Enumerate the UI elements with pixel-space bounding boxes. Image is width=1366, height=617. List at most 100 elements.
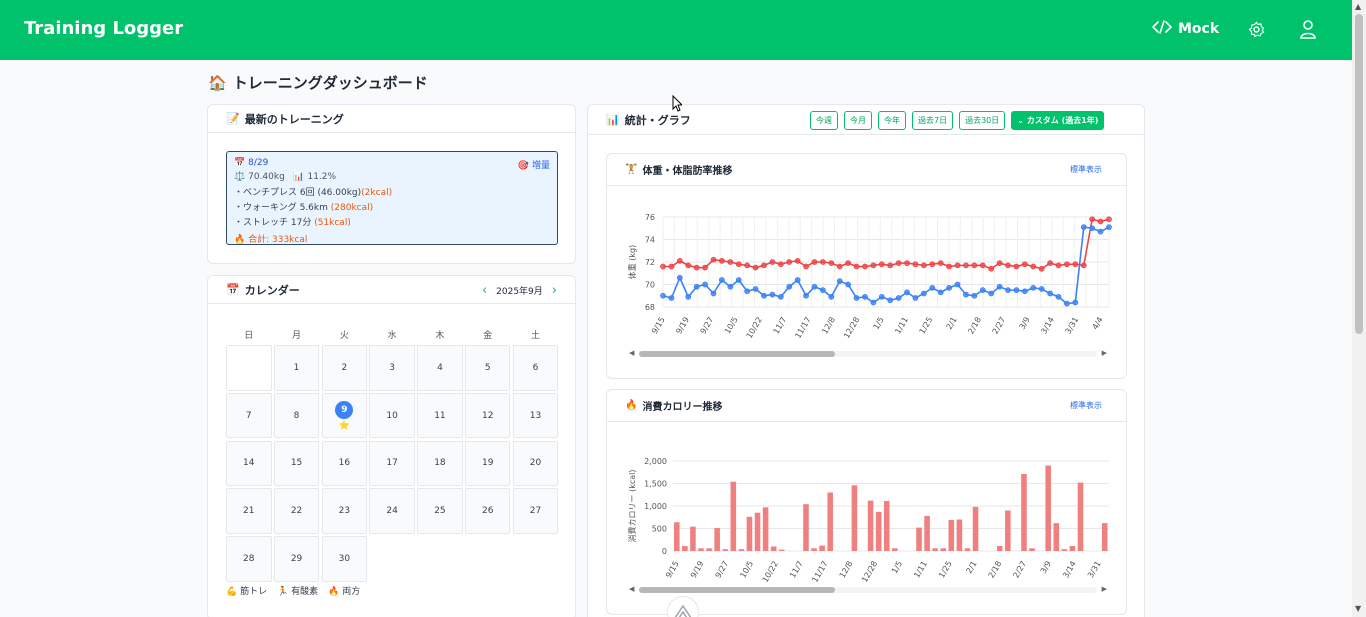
weekday-label: 火	[339, 331, 349, 341]
x-tick-label: 2/18	[966, 316, 983, 336]
calorie-chart-scrollbar[interactable]: ◀ ▶	[629, 585, 1107, 594]
y-axis-label: 体重 (kg)	[627, 245, 637, 280]
calendar-day[interactable]: 6	[512, 345, 559, 391]
y-tick-label: 74	[645, 236, 655, 245]
scroll-down-icon[interactable]: ▼	[1355, 604, 1361, 613]
data-point	[1055, 293, 1062, 300]
data-point	[853, 263, 860, 270]
scroll-right-icon[interactable]: ▶	[1102, 585, 1107, 593]
range-button[interactable]: 過去30日	[959, 111, 1006, 130]
data-point	[761, 262, 767, 269]
calendar-day[interactable]: 30	[321, 536, 368, 582]
standard-view-link[interactable]: 標準表示	[1070, 164, 1102, 175]
x-tick-label: 11/7	[788, 560, 805, 580]
app-title[interactable]: Training Logger	[24, 18, 183, 39]
weight-chart-scrollbar[interactable]: ◀ ▶	[629, 349, 1107, 358]
scroll-thumb[interactable]	[639, 587, 835, 593]
calorie-bar	[867, 500, 874, 551]
custom-range-button[interactable]: ⌄ カスタム (過去1年)	[1011, 111, 1105, 130]
scale-icon: ⚖️	[234, 172, 246, 182]
calendar-day[interactable]: 5	[464, 345, 511, 391]
exercise-line: ・ベンチプレス 6回 (46.00kg)(2kcal)	[234, 188, 393, 198]
calendar-day[interactable]: 12	[464, 392, 511, 439]
y-tick-label: 68	[645, 303, 655, 312]
range-button[interactable]: 今月	[844, 111, 872, 130]
calendar-day[interactable]: 21	[226, 488, 272, 534]
calorie-chart-header: 🔥 消費カロリー推移 標準表示	[607, 390, 1126, 422]
calendar-day[interactable]: 29	[273, 536, 320, 582]
data-point	[828, 293, 835, 300]
data-point	[777, 293, 784, 300]
scroll-right-icon[interactable]: ▶	[1102, 349, 1107, 357]
data-point	[693, 283, 700, 290]
weekday-row: 日月火水木金土	[226, 328, 558, 341]
range-button[interactable]: 過去7日	[912, 111, 954, 130]
calendar-day[interactable]: 26	[464, 488, 511, 534]
calendar-day[interactable]: 22	[273, 488, 320, 534]
data-point	[937, 289, 944, 296]
data-point	[1097, 228, 1104, 235]
scroll-left-icon[interactable]: ◀	[629, 585, 634, 593]
page-scrollbar[interactable]: ▲ ▼	[1352, 0, 1366, 617]
scroll-thumb[interactable]	[1355, 14, 1363, 334]
calendar-day[interactable]: 28	[226, 536, 272, 582]
calendar-day[interactable]: 7	[226, 392, 272, 439]
range-button[interactable]: 今週	[810, 111, 838, 130]
calendar-day[interactable]: 19	[464, 440, 511, 487]
weight-icon: 🏋️	[625, 164, 638, 175]
scroll-left-icon[interactable]: ◀	[629, 349, 634, 357]
calorie-bar	[1045, 465, 1051, 551]
calendar-day[interactable]: 1	[273, 345, 320, 391]
next-month-button[interactable]: ›	[552, 284, 557, 297]
latest-training-item[interactable]: 📅 8/29 🎯 増量 ⚖️ 70.40kg 📊 11.2% ・ベンチプレス 6…	[226, 151, 558, 245]
calendar-day[interactable]: 17	[369, 440, 415, 487]
calendar-day[interactable]: 3	[369, 345, 415, 391]
calendar-day[interactable]: 24	[369, 488, 415, 534]
calendar-day[interactable]: 4	[417, 345, 463, 391]
data-point	[685, 293, 692, 300]
standard-view-link[interactable]: 標準表示	[1070, 400, 1102, 411]
calorie-bar	[940, 548, 947, 551]
weekday-label: 日	[244, 331, 254, 341]
calendar-day[interactable]: 23	[321, 488, 368, 534]
range-button[interactable]: 今年	[878, 111, 906, 130]
calendar-day[interactable]: 2	[321, 345, 368, 391]
calendar-day[interactable]: 11	[417, 392, 463, 439]
calendar-day[interactable]: 27	[512, 488, 559, 534]
calendar-day[interactable]: 13	[512, 392, 559, 439]
data-point	[1021, 288, 1028, 295]
calorie-bar	[916, 527, 922, 551]
calendar-day[interactable]: 9 ⭐	[321, 392, 368, 439]
data-point	[862, 293, 868, 300]
data-point	[971, 292, 978, 299]
calendar-day[interactable]: 14	[226, 440, 272, 487]
latest-date: 8/29	[248, 158, 269, 168]
calendar-day[interactable]: 15	[273, 440, 320, 487]
mock-button[interactable]: Mock	[1151, 20, 1219, 38]
data-point	[811, 283, 818, 290]
gear-icon[interactable]	[1248, 21, 1265, 42]
calendar-day[interactable]: 16	[321, 440, 368, 487]
scroll-thumb[interactable]	[639, 351, 835, 357]
user-icon[interactable]	[1300, 20, 1316, 43]
calorie-chart-card: 🔥 消費カロリー推移 標準表示 0 500 1,000 1,500 2,000 消費カロリ…	[606, 389, 1127, 615]
weekday-label: 木	[435, 331, 445, 341]
chevron-down-icon: ⌄	[1017, 116, 1024, 125]
data-point	[786, 259, 793, 265]
calendar-day[interactable]: 25	[417, 488, 463, 534]
data-point	[1030, 263, 1037, 270]
prev-month-button[interactable]: ‹	[482, 284, 487, 297]
calendar-day[interactable]: 18	[417, 440, 463, 487]
data-point	[769, 259, 776, 265]
y-tick-label: 2,000	[644, 457, 667, 466]
calendar-day[interactable]: 8	[273, 392, 320, 439]
x-tick-label: 9/27	[714, 560, 731, 580]
x-tick-label: 9/19	[689, 560, 706, 580]
y-tick-label: 70	[645, 281, 655, 290]
data-point	[1038, 265, 1045, 272]
data-point	[668, 295, 675, 301]
scroll-up-icon[interactable]: ▲	[1355, 2, 1361, 11]
calorie-bar	[851, 485, 858, 551]
calendar-day[interactable]: 10	[369, 392, 415, 439]
calendar-day[interactable]: 20	[512, 440, 559, 487]
